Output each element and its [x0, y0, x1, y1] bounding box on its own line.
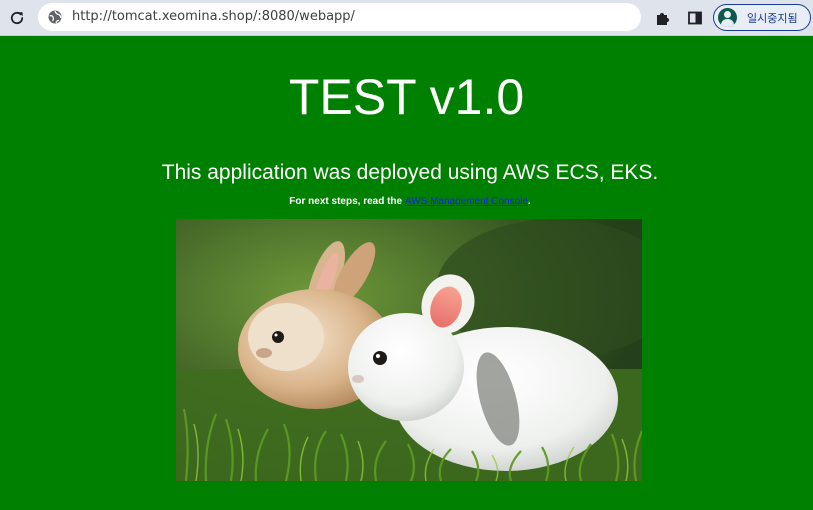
side-panel-icon: [688, 11, 702, 25]
address-bar[interactable]: http://tomcat.xeomina.shop/:8080/webapp/: [38, 3, 641, 31]
profile-button[interactable]: 일시중지됨: [713, 4, 811, 31]
next-steps-text: For next steps, read the AWS Management …: [0, 196, 813, 207]
bunnies-photo: [176, 219, 642, 481]
reload-button[interactable]: [5, 6, 29, 30]
url-text[interactable]: http://tomcat.xeomina.shop/:8080/webapp/: [72, 9, 355, 24]
reload-icon: [10, 11, 24, 25]
next-steps-prefix: For next steps, read the: [289, 196, 405, 207]
page-subtitle: This application was deployed using AWS …: [161, 161, 659, 184]
site-info-icon[interactable]: [48, 10, 62, 24]
puzzle-icon: [657, 13, 669, 25]
side-panel-button[interactable]: [684, 7, 706, 29]
avatar: [718, 8, 737, 27]
browser-toolbar: http://tomcat.xeomina.shop/:8080/webapp/…: [0, 0, 813, 36]
next-steps-suffix: .: [527, 196, 531, 207]
extensions-button[interactable]: [652, 7, 674, 29]
aws-console-link[interactable]: AWS Management Console: [405, 196, 528, 207]
profile-status-label: 일시중지됨: [747, 11, 798, 25]
page-title: TEST v1.0: [288, 69, 525, 125]
